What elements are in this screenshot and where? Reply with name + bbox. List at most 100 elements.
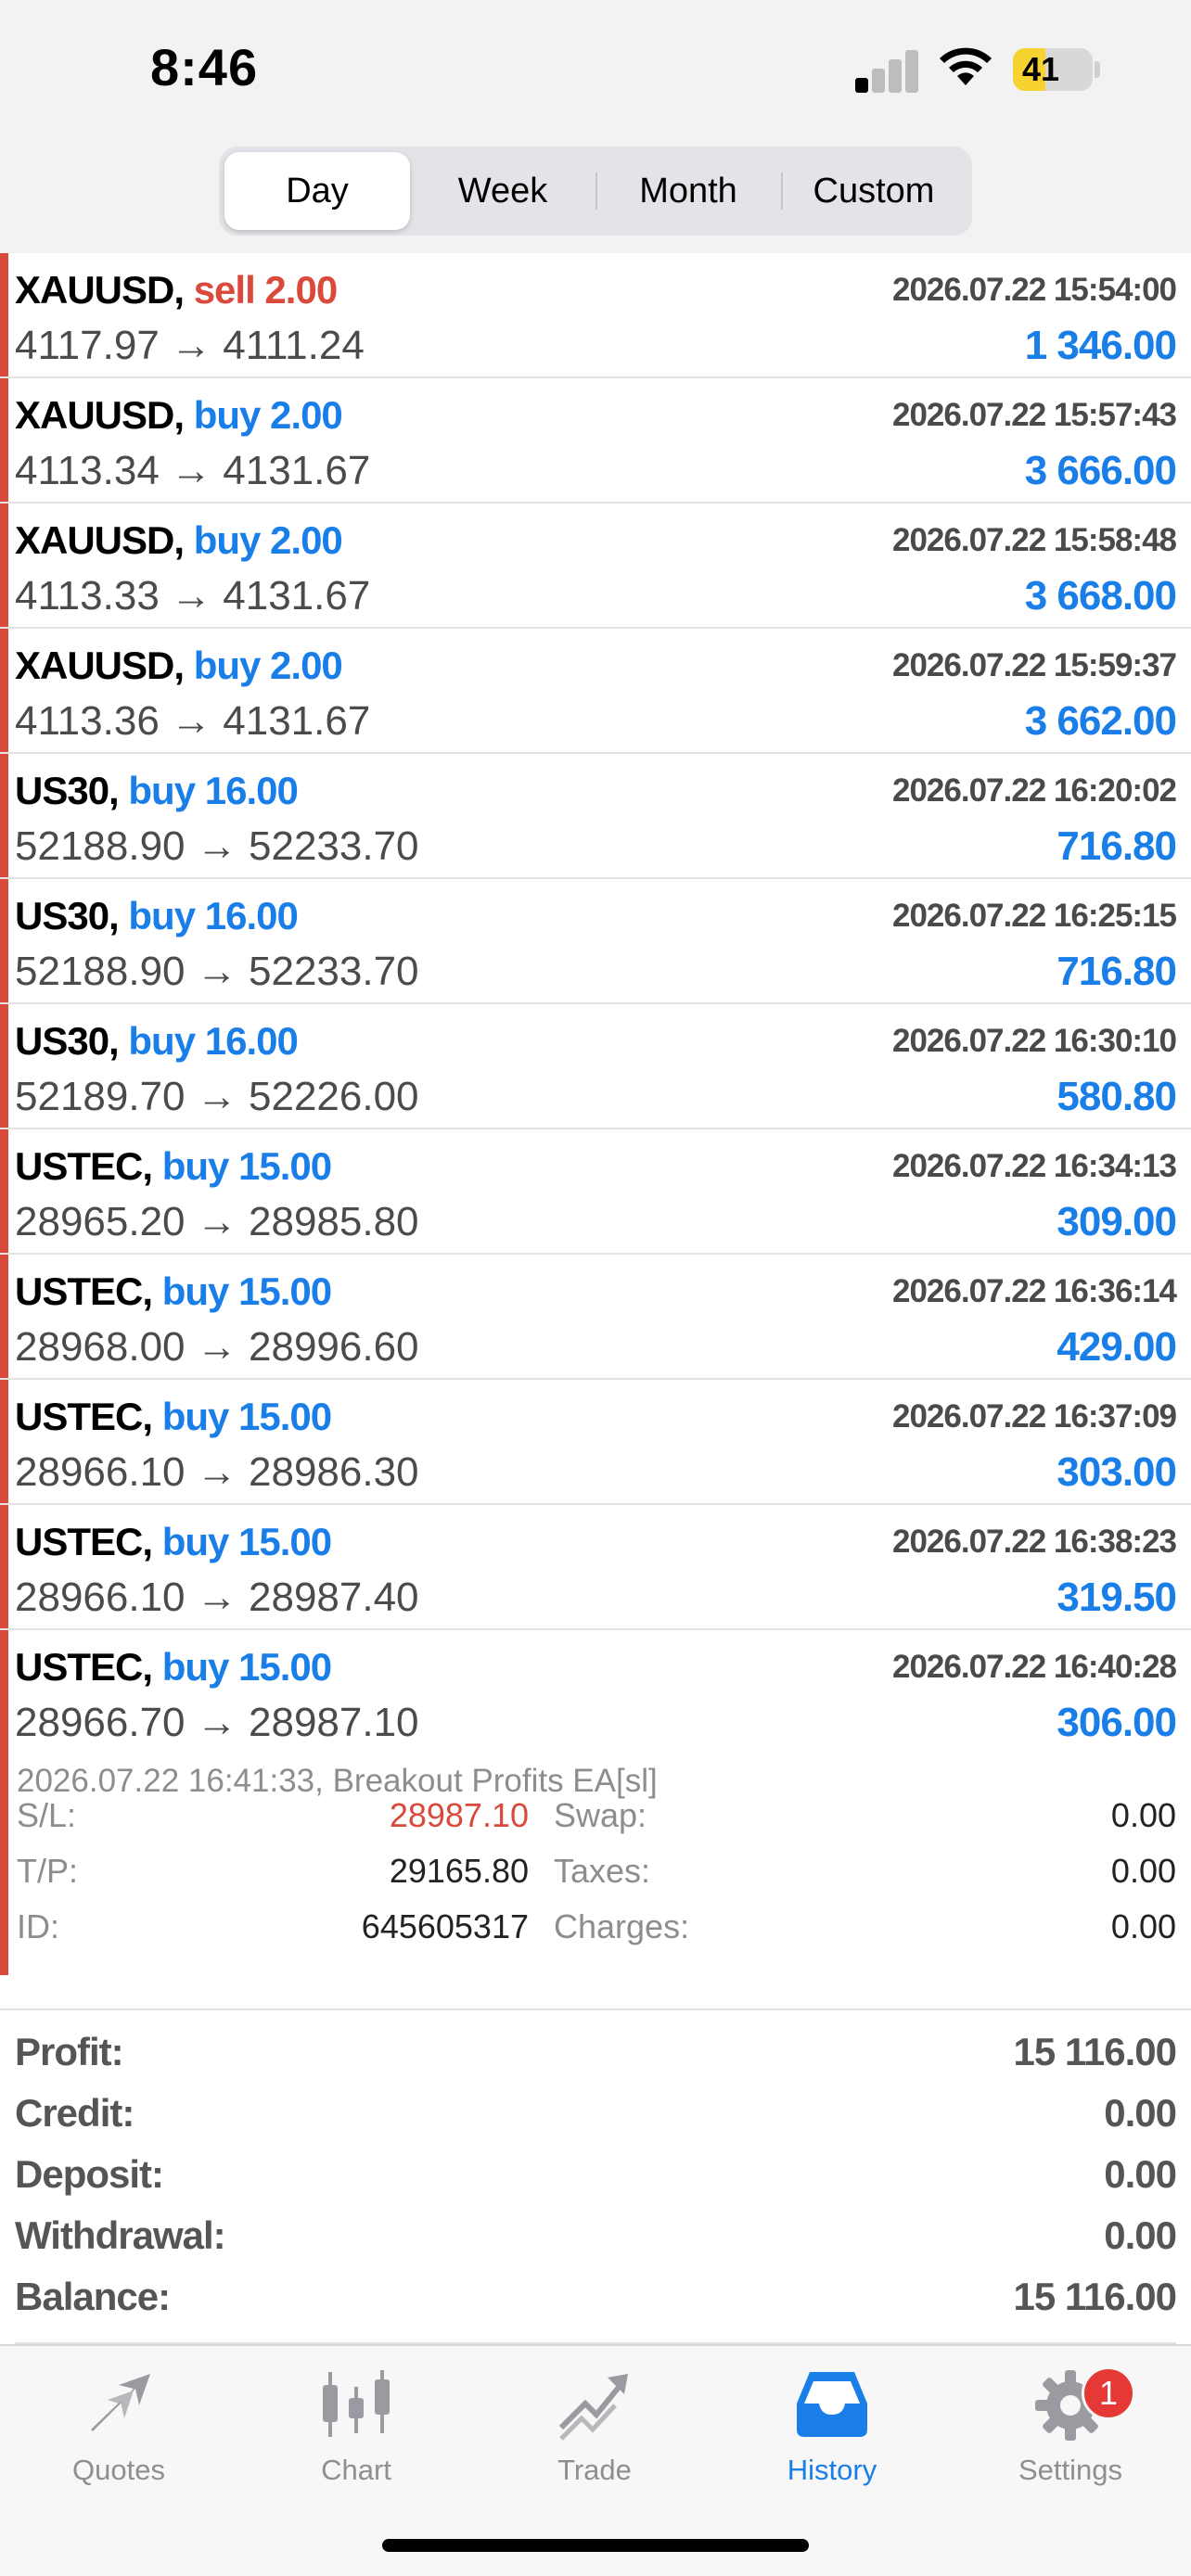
trade-row[interactable]: USTEC, buy 15.00 2026.07.22 16:37:09 28966…: [0, 1380, 1191, 1505]
row-accent-bar: [0, 378, 8, 502]
arrow-icon: →: [196, 1700, 237, 1745]
trade-row[interactable]: XAUUSD, buy 2.00 2026.07.22 15:57:43 4113.…: [0, 378, 1191, 504]
row-accent-bar: [0, 1004, 8, 1128]
trade-time: 2026.07.22 16:36:14: [892, 1273, 1177, 1309]
cellular-signal-icon: [855, 48, 920, 93]
trade-prices: 28966.10 → 28986.30: [15, 1445, 419, 1500]
detail-label: S/L:: [17, 1796, 77, 1834]
detail-value: 29165.80: [389, 1852, 529, 1890]
trade-title: US30, buy 16.00: [15, 1014, 299, 1069]
tab-trade[interactable]: Trade: [502, 2363, 687, 2502]
arrow-icon: →: [171, 323, 212, 368]
header-area: 8:46 41 Day Week Month Custom: [0, 0, 1191, 253]
trade-row[interactable]: XAUUSD, buy 2.00 2026.07.22 15:58:48 4113.…: [0, 504, 1191, 629]
tab-week[interactable]: Week: [410, 152, 596, 230]
trade-symbol: XAUUSD,: [15, 518, 185, 562]
trade-profit: 319.50: [1057, 1575, 1177, 1620]
tab-settings[interactable]: Settings 1: [978, 2363, 1163, 2502]
trade-row[interactable]: XAUUSD, buy 2.00 2026.07.22 15:59:37 4113.…: [0, 629, 1191, 754]
close-price: 28987.10: [249, 1700, 419, 1745]
trade-title: XAUUSD, buy 2.00: [15, 513, 343, 568]
tab-month[interactable]: Month: [596, 152, 781, 230]
close-price: 28987.40: [249, 1575, 419, 1620]
trade-title: USTEC, buy 15.00: [15, 1139, 332, 1194]
open-price: 28966.70: [15, 1700, 186, 1745]
trade-row[interactable]: USTEC, buy 15.00 2026.07.22 16:40:28 28966…: [0, 1630, 1191, 1755]
trade-profit: 716.80: [1057, 823, 1177, 869]
trade-row[interactable]: US30, buy 16.00 2026.07.22 16:20:02 52188.…: [0, 754, 1191, 879]
trade-time: 2026.07.22 16:30:10: [892, 1023, 1177, 1059]
trade-side: buy 15.00: [161, 1520, 332, 1563]
open-price: 28965.20: [15, 1199, 186, 1244]
home-indicator[interactable]: [382, 2539, 809, 2552]
trade-row[interactable]: USTEC, buy 15.00 2026.07.22 16:38:23 28966…: [0, 1505, 1191, 1630]
trade-time: 2026.07.22 16:34:13: [892, 1148, 1177, 1184]
trade-icon: [558, 2374, 628, 2441]
tab-quotes[interactable]: Quotes: [26, 2363, 211, 2502]
trade-time: 2026.07.22 15:57:43: [892, 397, 1177, 433]
trade-prices: 28966.70 → 28987.10: [15, 1695, 419, 1751]
trade-title: USTEC, buy 15.00: [15, 1639, 332, 1695]
open-price: 28968.00: [15, 1324, 186, 1370]
tab-history[interactable]: History: [739, 2363, 925, 2502]
detail-value: 0.00: [1110, 1852, 1176, 1890]
trade-prices: 4117.97 → 4111.24: [15, 318, 365, 374]
deals-list: XAUUSD, sell 2.00 2026.07.22 15:54:00 4117…: [0, 253, 1191, 1975]
close-price: 4131.67: [223, 573, 371, 618]
summary-label: Balance:: [15, 2275, 171, 2318]
open-price: 52188.90: [15, 949, 186, 994]
trade-title: XAUUSD, buy 2.00: [15, 388, 343, 443]
trade-prices: 52188.90 → 52233.70: [15, 944, 419, 1000]
trade-row[interactable]: XAUUSD, sell 2.00 2026.07.22 15:54:00 4117…: [0, 253, 1191, 378]
tab-custom[interactable]: Custom: [781, 152, 967, 230]
period-segmented-control: Day Week Month Custom: [219, 147, 972, 236]
tab-chart[interactable]: Chart: [263, 2363, 449, 2502]
trade-time: 2026.07.22 15:58:48: [892, 522, 1177, 558]
detail-value: 0.00: [1110, 1796, 1176, 1834]
summary-value: 0.00: [1104, 2091, 1177, 2135]
trade-profit: 1 346.00: [1024, 323, 1177, 368]
trade-profit: 429.00: [1057, 1324, 1177, 1370]
summary-deposit-row: Deposit: 0.00: [15, 2146, 1177, 2203]
trade-symbol: USTEC,: [15, 1269, 153, 1313]
row-accent-bar: [0, 754, 8, 877]
trade-side: buy 15.00: [161, 1395, 332, 1438]
trade-prices: 4113.36 → 4131.67: [15, 694, 370, 749]
arrow-icon: →: [196, 1074, 237, 1119]
trade-profit: 303.00: [1057, 1449, 1177, 1495]
trade-symbol: USTEC,: [15, 1395, 153, 1438]
trade-profit: 716.80: [1057, 949, 1177, 994]
summary-value: 15 116.00: [1013, 2030, 1177, 2073]
summary-value: 15 116.00: [1013, 2275, 1177, 2318]
trade-row[interactable]: USTEC, buy 15.00 2026.07.22 16:36:14 28968…: [0, 1255, 1191, 1380]
battery-percentage: 41: [1021, 50, 1060, 88]
trade-profit: 309.00: [1057, 1199, 1177, 1244]
close-price: 4131.67: [223, 698, 371, 744]
chart-icon: [323, 2370, 390, 2437]
open-price: 4117.97: [15, 323, 160, 368]
trade-side: buy 16.00: [128, 1019, 298, 1063]
row-accent-bar: [0, 879, 8, 1002]
trade-title: USTEC, buy 15.00: [15, 1389, 332, 1445]
trade-row[interactable]: USTEC, buy 15.00 2026.07.22 16:34:13 28965…: [0, 1129, 1191, 1255]
trade-row[interactable]: US30, buy 16.00 2026.07.22 16:30:10 52189.…: [0, 1004, 1191, 1129]
trade-profit: 306.00: [1057, 1700, 1177, 1745]
trade-row[interactable]: US30, buy 16.00 2026.07.22 16:25:15 52188.…: [0, 879, 1191, 1004]
trade-side: buy 15.00: [161, 1144, 332, 1188]
detail-label: Swap:: [554, 1796, 647, 1834]
close-price: 4111.24: [223, 323, 365, 368]
arrow-icon: →: [171, 698, 212, 744]
trade-side: buy 2.00: [193, 644, 343, 687]
close-price: 52233.70: [249, 949, 419, 994]
summary-panel: Profit: 15 116.00 Credit: 0.00 Deposit: …: [0, 2009, 1191, 2344]
status-time: 8:46: [150, 38, 259, 96]
summary-label: Profit:: [15, 2030, 124, 2073]
trade-symbol: XAUUSD,: [15, 268, 185, 312]
arrow-icon: →: [196, 1449, 237, 1495]
trade-detail-panel: 2026.07.22 16:41:33, Breakout Profits EA…: [0, 1755, 1191, 1975]
trade-profit: 580.80: [1057, 1074, 1177, 1119]
summary-value: 0.00: [1104, 2152, 1177, 2196]
arrow-icon: →: [196, 823, 237, 869]
tab-day[interactable]: Day: [224, 152, 410, 230]
trade-time: 2026.07.22 16:20:02: [892, 772, 1177, 809]
